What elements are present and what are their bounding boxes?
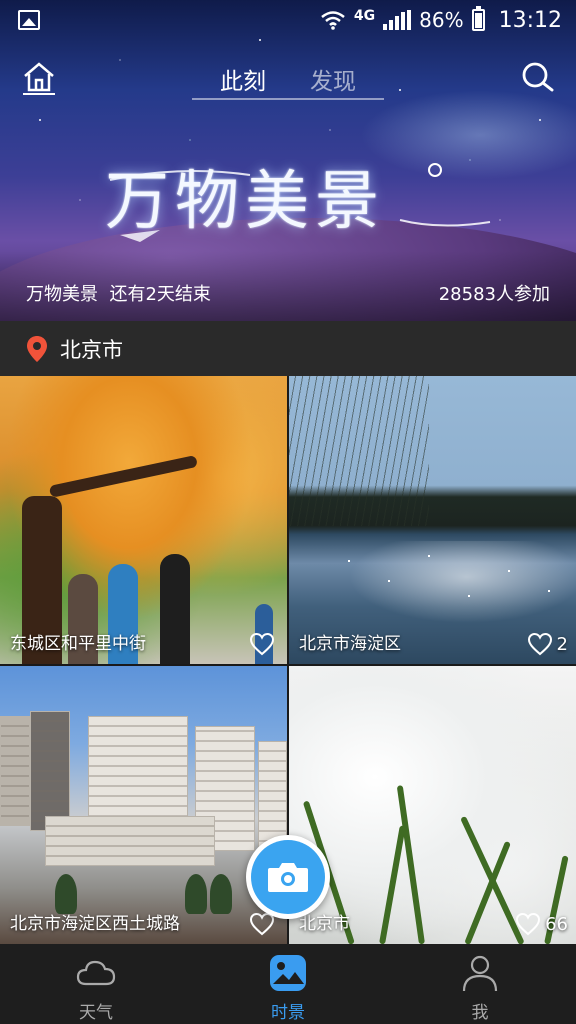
camera-icon	[268, 863, 308, 892]
grass-blade	[464, 840, 511, 944]
tree-branch	[48, 454, 198, 498]
nav-scenery[interactable]: 时景	[192, 944, 384, 1024]
battery-percent: 86%	[419, 8, 464, 32]
grass-blade	[379, 825, 406, 944]
photo-tile[interactable]: 北京市 66	[289, 666, 576, 944]
water-sparkle	[329, 541, 576, 631]
grass-blade	[396, 785, 425, 944]
banner-title: 万物美景	[105, 165, 385, 239]
search-icon[interactable]	[518, 58, 556, 96]
camera-button-fill	[251, 840, 325, 914]
gallery-notification-icon	[18, 10, 40, 30]
nav-weather[interactable]: 天气	[0, 944, 192, 1024]
nav-me[interactable]: 我	[384, 944, 576, 1024]
bottom-nav: 天气 时景 我	[0, 944, 576, 1024]
like-button[interactable]	[249, 632, 279, 656]
nav-label: 我	[471, 1003, 489, 1023]
photo-tile[interactable]: 北京市海淀区 2	[289, 376, 576, 664]
location-pin-icon	[27, 335, 47, 362]
tab-discover[interactable]: 发现	[310, 58, 356, 98]
like-count: 66	[545, 913, 568, 935]
building	[0, 716, 30, 826]
person-icon	[462, 955, 498, 992]
camera-button[interactable]	[246, 835, 330, 919]
nav-label: 时景	[271, 1003, 305, 1023]
participant-count: 28583人参加	[438, 284, 550, 305]
banner-caption: 万物美景 还有2天结束	[26, 284, 211, 305]
network-type: 4G	[353, 8, 376, 24]
tree	[210, 874, 232, 914]
wifi-icon	[321, 11, 345, 30]
cloud-icon	[76, 960, 116, 986]
photo-caption: 东城区和平里中街	[10, 634, 146, 654]
tab-underline	[192, 98, 384, 100]
battery-icon	[471, 6, 485, 31]
photo-caption: 北京市海淀区西土城路	[10, 914, 180, 934]
like-count: 2	[556, 633, 568, 655]
heart-icon	[527, 632, 552, 656]
picture-icon	[270, 955, 306, 991]
banner[interactable]: 万物美景 万物美景 还有2天结束 28583人参加	[0, 0, 576, 321]
clock: 13:12	[498, 7, 562, 33]
like-button[interactable]: 2	[527, 632, 568, 656]
building	[30, 711, 70, 831]
photo-caption: 北京市海淀区	[299, 634, 401, 654]
view-tabs: 此刻 发现	[192, 58, 384, 100]
photo-tile[interactable]: 东城区和平里中街	[0, 376, 287, 664]
person-figure	[160, 554, 190, 664]
home-icon[interactable]	[20, 58, 58, 96]
willow-branches	[289, 376, 429, 526]
signal-icon	[383, 10, 412, 30]
nav-label: 天气	[79, 1003, 113, 1023]
top-nav: 此刻 发现	[0, 50, 576, 106]
like-button[interactable]: 66	[515, 912, 568, 936]
building	[45, 816, 215, 866]
status-bar: 4G 86% 13:12	[0, 0, 576, 40]
location-header[interactable]: 北京市	[0, 321, 576, 376]
location-label: 北京市	[60, 337, 123, 362]
tree	[185, 874, 207, 914]
tab-now[interactable]: 此刻	[220, 58, 266, 98]
tree	[55, 874, 77, 914]
heart-icon	[249, 632, 275, 656]
heart-icon	[516, 912, 541, 936]
photo-tile[interactable]: 北京市海淀区西土城路	[0, 666, 287, 944]
